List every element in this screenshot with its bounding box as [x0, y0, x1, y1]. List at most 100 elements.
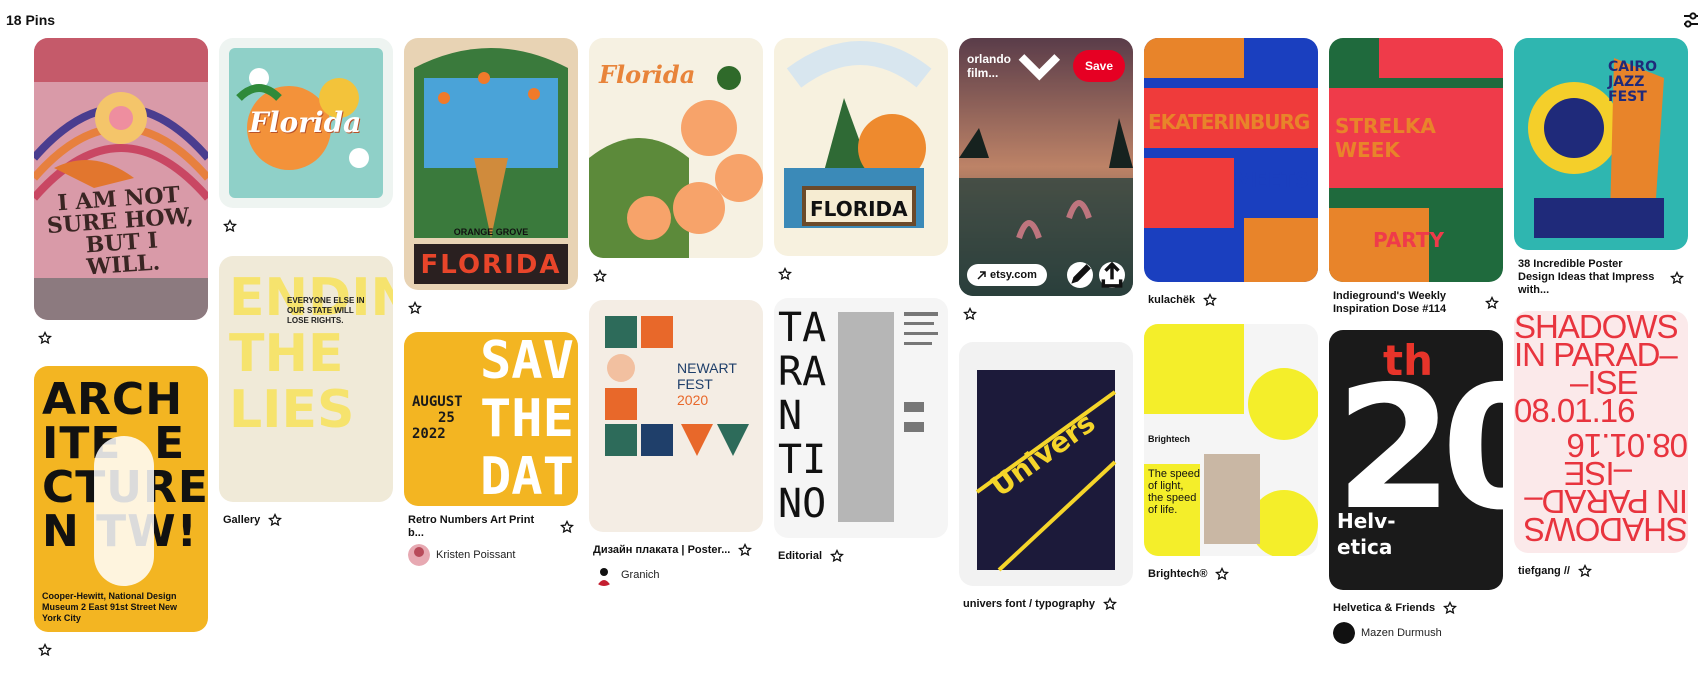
pin-author[interactable]: Granich: [589, 560, 763, 586]
pin-title[interactable]: Retro Numbers Art Print b...: [408, 514, 552, 540]
star-icon[interactable]: [1485, 296, 1499, 310]
pin-image[interactable]: Florida: [589, 38, 763, 258]
pin-title[interactable]: Brightech®: [1148, 568, 1207, 581]
star-icon[interactable]: [408, 301, 422, 315]
poster-subtitle: ORANGE GROVE: [453, 227, 529, 237]
star-icon[interactable]: [778, 267, 792, 281]
pin-card[interactable]: SHADOWS IN PARAD– –ISE 08.01.16 SHADOWS IN P…: [1514, 311, 1688, 581]
pin-title[interactable]: Editorial: [778, 550, 822, 563]
poster-date: AUGUST 25 2022: [412, 394, 463, 442]
poster-lettering: FLORIDA: [420, 250, 562, 280]
pin-image[interactable]: NEWART FEST 2020: [589, 300, 763, 532]
poster-lettering: SAVETHEDATE: [480, 332, 578, 506]
pin-count-heading: 18 Pins: [6, 12, 56, 28]
pin-image[interactable]: Florida: [219, 38, 393, 208]
pin-card[interactable]: Florida: [589, 38, 763, 286]
pin-image[interactable]: CAIRO JAZZ FEST: [1514, 38, 1688, 250]
pin-card[interactable]: ORANGE GROVE FLORIDA: [404, 38, 578, 318]
star-icon[interactable]: [38, 643, 52, 657]
pin-card[interactable]: orlando film... Save etsy.com: [959, 38, 1133, 324]
pin-card[interactable]: Florida: [219, 38, 393, 236]
star-icon[interactable]: [560, 520, 574, 534]
pin-title[interactable]: kulachëk: [1148, 294, 1195, 307]
pin-card[interactable]: EKATERINBURG MEETS kulachëk: [1144, 38, 1318, 310]
pin-image[interactable]: TA RA N TI NO: [774, 298, 948, 538]
pin-title[interactable]: Helvetica & Friends: [1333, 602, 1435, 615]
poster-lettering: th: [1383, 336, 1433, 385]
star-icon[interactable]: [268, 513, 283, 527]
poster-caption: Cooper-Hewitt, National Design Museum 2 …: [42, 591, 178, 623]
pin-image[interactable]: Brightech The speed of light, the speed …: [1144, 324, 1318, 556]
author-name: Kristen Poissant: [436, 549, 516, 561]
board-selector[interactable]: orlando film...: [967, 48, 1062, 84]
pin-image[interactable]: FLORIDA: [774, 38, 948, 256]
pin-card[interactable]: FLORIDA: [774, 38, 948, 284]
star-icon[interactable]: [38, 331, 52, 345]
star-icon[interactable]: [223, 219, 237, 233]
avatar: [1333, 622, 1355, 644]
pin-card[interactable]: TA RA N TI NO Editorial: [774, 298, 948, 566]
star-icon[interactable]: [830, 549, 845, 563]
source-link[interactable]: etsy.com: [967, 264, 1047, 286]
pin-image[interactable]: ORANGE GROVE FLORIDA: [404, 38, 578, 290]
star-icon[interactable]: [1577, 564, 1592, 578]
star-icon[interactable]: [738, 543, 753, 557]
poster-lettering: I AM NOT SURE HOW, BUT I WILL.: [46, 181, 195, 281]
pin-author[interactable]: Mazen Durmush: [1329, 618, 1503, 644]
poster-lettering: STRELKA WEEK: [1335, 114, 1436, 162]
pin-image[interactable]: STRELKA WEEK PARTY: [1329, 38, 1503, 282]
pin-card[interactable]: Brightech The speed of light, the speed …: [1144, 324, 1318, 584]
pin-image[interactable]: 20 th Helv-etica: [1329, 330, 1503, 590]
star-icon[interactable]: [593, 269, 607, 283]
star-icon[interactable]: [1215, 567, 1230, 581]
arrow-up-right-icon: [977, 270, 986, 280]
pin-title[interactable]: univers font / typography: [963, 598, 1095, 611]
poster-lettering: Florida: [249, 106, 362, 139]
poster-lettering: FLORIDA: [810, 197, 908, 221]
pin-card[interactable]: Univers univers font / typography: [959, 342, 1133, 614]
poster-lettering: EKATERINBURG: [1148, 110, 1310, 134]
pin-card[interactable]: ENDINGTHELIES EVERYONE ELSE IN OUR STATE…: [219, 256, 393, 530]
pin-card[interactable]: 20 th Helv-etica Helvetica & Friends Maz…: [1329, 330, 1503, 644]
star-icon[interactable]: [1103, 597, 1118, 611]
pin-card[interactable]: AUGUST252022 SAVETHEDATE Retro Numbers A…: [404, 332, 578, 566]
poster-tagline: The speed of light, the speed of life.: [1148, 468, 1200, 516]
pin-card[interactable]: ARCHITE ECTUREN TW! Cooper-Hewitt, Natio…: [34, 366, 208, 660]
pin-title[interactable]: Дизайн плаката | Poster...: [593, 544, 730, 557]
poster-lettering: NEWART FEST 2020: [677, 360, 737, 408]
share-button[interactable]: [1099, 262, 1125, 288]
pin-image[interactable]: AUGUST252022 SAVETHEDATE: [404, 332, 578, 506]
pin-card[interactable]: NEWART FEST 2020 Дизайн плаката | Poster..…: [589, 300, 763, 586]
star-icon[interactable]: [1443, 601, 1458, 615]
share-icon: [1101, 262, 1123, 288]
poster-lettering: PARTY: [1373, 228, 1444, 252]
edit-button[interactable]: [1067, 262, 1093, 288]
star-icon[interactable]: [1670, 270, 1684, 285]
filter-icon[interactable]: [1682, 12, 1700, 28]
pin-card[interactable]: I AM NOT SURE HOW, BUT I WILL.: [34, 38, 208, 348]
save-button[interactable]: Save: [1072, 49, 1125, 82]
star-icon[interactable]: [1203, 293, 1218, 307]
star-icon[interactable]: [963, 307, 977, 321]
poster-lettering: TA RA N TI NO: [778, 305, 827, 527]
poster-brand: Brightech: [1148, 434, 1191, 444]
pin-card[interactable]: CAIRO JAZZ FEST 38 Incredible Poster Des…: [1514, 38, 1688, 297]
pin-title[interactable]: 38 Incredible Poster Design Ideas that I…: [1518, 258, 1662, 297]
pin-author[interactable]: Kristen Poissant: [404, 540, 578, 566]
pin-title[interactable]: tiefgang //: [1518, 565, 1570, 578]
pin-image[interactable]: SHADOWS IN PARAD– –ISE 08.01.16 SHADOWS IN P…: [1514, 311, 1688, 553]
pin-title[interactable]: Indieground's Weekly Inspiration Dose #1…: [1333, 290, 1477, 316]
pin-image[interactable]: ARCHITE ECTUREN TW! Cooper-Hewitt, Natio…: [34, 366, 208, 632]
pin-card[interactable]: STRELKA WEEK PARTY Indieground's Weekly …: [1329, 38, 1503, 316]
pin-image[interactable]: Univers: [959, 342, 1133, 586]
pin-image[interactable]: I AM NOT SURE HOW, BUT I WILL.: [34, 38, 208, 320]
pencil-icon: [1071, 264, 1091, 284]
poster-text: EVERYONE ELSE IN OUR STATE WILL LOSE RIG…: [287, 296, 365, 325]
poster-lettering: CAIRO JAZZ FEST: [1608, 59, 1657, 105]
pin-image[interactable]: EKATERINBURG MEETS: [1144, 38, 1318, 282]
poster-lettering: Helv-etica: [1337, 509, 1396, 559]
pin-image[interactable]: ENDINGTHELIES EVERYONE ELSE IN OUR STATE…: [219, 256, 393, 502]
pin-image[interactable]: orlando film... Save etsy.com: [959, 38, 1133, 296]
pin-title[interactable]: Gallery: [223, 514, 260, 527]
avatar: [408, 544, 430, 566]
